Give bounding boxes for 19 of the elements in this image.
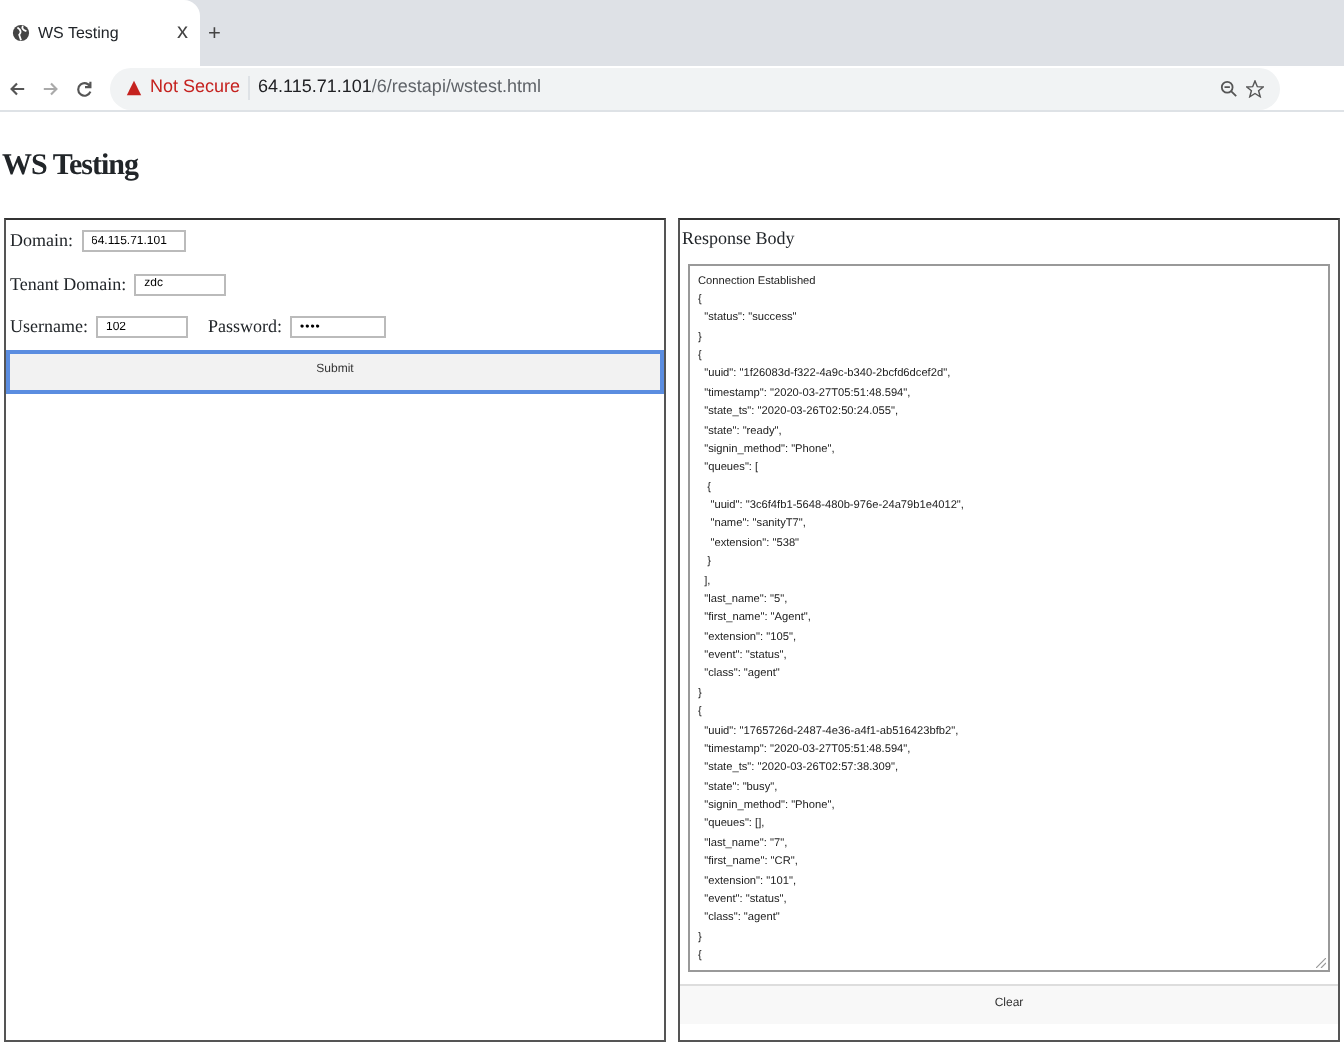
panel-title: Response Body xyxy=(680,226,797,252)
tab-title[interactable]: WS Testing xyxy=(38,21,169,45)
new-tab-button[interactable]: + xyxy=(208,17,221,50)
field-label: Username: xyxy=(10,314,88,340)
close-tab-button[interactable]: x xyxy=(177,16,188,50)
zoom-icon[interactable] xyxy=(1220,79,1238,97)
response-textarea[interactable] xyxy=(688,263,1330,973)
star-icon[interactable] xyxy=(1246,79,1264,97)
url-text[interactable]: 64.115.71.101/6/restapi/wstest.html xyxy=(258,74,1212,102)
field-label: Tenant Domain: xyxy=(10,271,127,297)
back-icon[interactable] xyxy=(8,79,26,97)
page-heading: WS Testing xyxy=(2,148,141,184)
globe-icon xyxy=(12,24,30,42)
field-label: Domain: xyxy=(10,228,73,254)
warning-icon xyxy=(126,80,142,96)
reload-icon[interactable] xyxy=(76,79,94,97)
field-label: Password: xyxy=(207,314,282,340)
security-label[interactable]: Not Secure xyxy=(150,74,241,102)
resize-grip-icon[interactable] xyxy=(1316,958,1326,969)
